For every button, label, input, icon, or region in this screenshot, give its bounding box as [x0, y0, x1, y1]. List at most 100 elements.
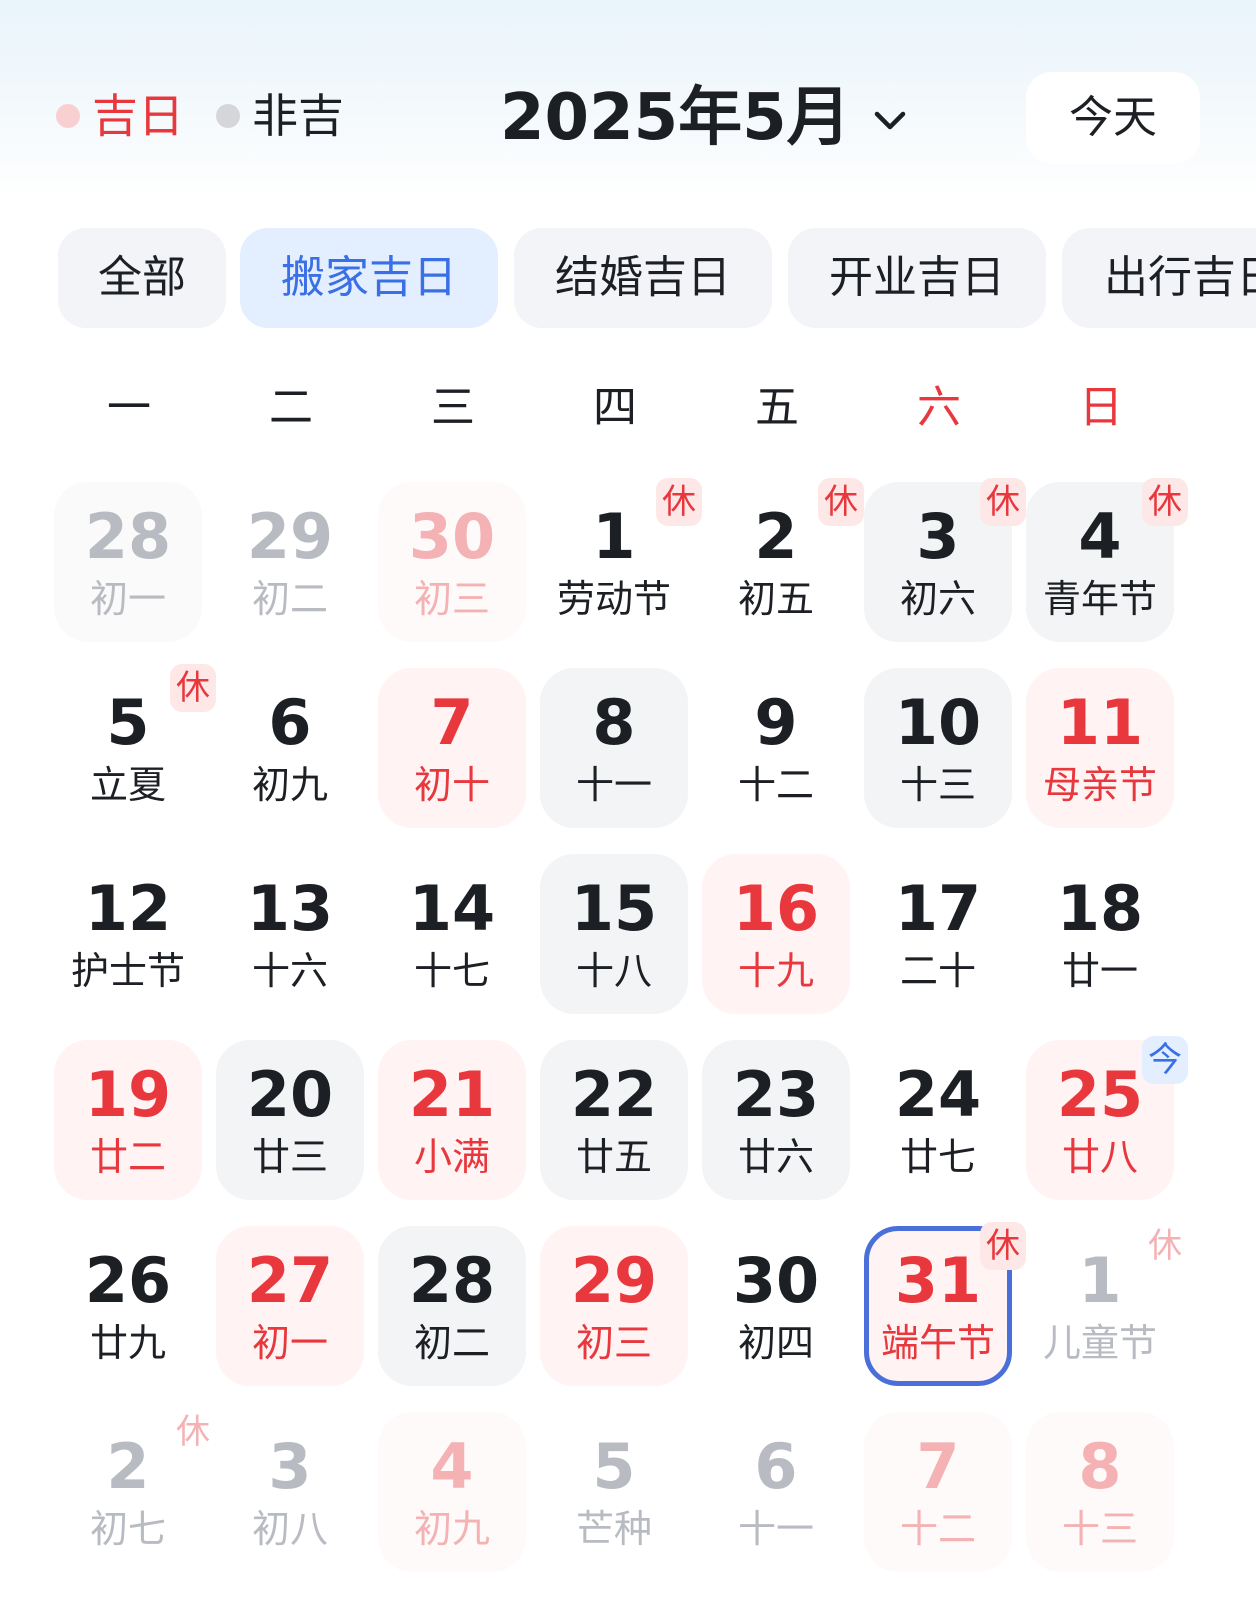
legend-good: 吉日 — [56, 88, 184, 144]
lunar-label: 初一 — [89, 577, 166, 621]
lunar-label: 十七 — [413, 949, 490, 993]
day-cell[interactable]: 7 初十 — [378, 668, 526, 828]
day-number: 18 — [1056, 872, 1144, 945]
holiday-badge: 休 — [980, 1222, 1026, 1270]
lunar-label: 十六 — [251, 949, 328, 993]
lunar-label: 劳动节 — [556, 577, 671, 621]
day-cell[interactable]: 22 廿五 — [540, 1040, 688, 1200]
lunar-label: 小满 — [413, 1135, 490, 1179]
month-picker[interactable]: 2025年5月 — [500, 78, 907, 158]
day-number: 5 — [592, 1430, 636, 1503]
day-number: 28 — [84, 500, 172, 573]
day-cell[interactable]: 18 廿一 — [1026, 854, 1174, 1014]
calendar-grid: 28 初一 29 初二 30 初三 1 劳动节休 2 初五休 3 初六休 4 青年节休 5 立夏休 6 初九 7 初十… — [54, 478, 1206, 1621]
day-number: 10 — [894, 686, 982, 759]
filter-chip-3[interactable]: 开业吉日 — [788, 228, 1046, 328]
day-cell[interactable]: 25 廿八今 — [1026, 1036, 1188, 1200]
day-cell[interactable]: 8 十一 — [540, 668, 688, 828]
day-cell[interactable]: 9 十二 — [702, 668, 850, 828]
today-badge: 今 — [1142, 1036, 1188, 1084]
today-button[interactable]: 今天 — [1026, 72, 1200, 164]
day-cell[interactable]: 14 十七 — [378, 854, 526, 1014]
holiday-badge: 休 — [1148, 1226, 1182, 1266]
lunar-label: 初二 — [413, 1321, 490, 1365]
lunar-label: 初九 — [251, 763, 328, 807]
lunar-label: 廿七 — [899, 1135, 976, 1179]
day-cell[interactable]: 19 廿二 — [54, 1040, 202, 1200]
lunar-label: 端午节 — [880, 1321, 995, 1365]
day-cell[interactable]: 5 芒种 — [540, 1412, 688, 1572]
day-number: 7 — [430, 686, 474, 759]
day-cell[interactable]: 2 初七休 — [54, 1412, 210, 1572]
lunar-label: 廿五 — [575, 1135, 652, 1179]
day-cell[interactable]: 15 十八 — [540, 854, 688, 1014]
day-cell[interactable]: 10 十三 — [864, 668, 1012, 828]
day-number: 6 — [268, 686, 312, 759]
lunar-label: 十二 — [737, 763, 814, 807]
day-number: 22 — [570, 1058, 658, 1131]
day-number: 29 — [246, 500, 334, 573]
day-number: 16 — [732, 872, 820, 945]
legend-good-label: 吉日 — [92, 89, 184, 143]
day-cell[interactable]: 29 初三 — [540, 1226, 688, 1386]
day-cell[interactable]: 21 小满 — [378, 1040, 526, 1200]
day-cell[interactable]: 7 十二 — [864, 1412, 1012, 1572]
weekday-0: 一 — [107, 382, 151, 433]
day-cell[interactable]: 12 护士节 — [54, 854, 202, 1014]
filter-chip-1[interactable]: 搬家吉日 — [240, 228, 498, 328]
day-cell[interactable]: 13 十六 — [216, 854, 364, 1014]
lunar-label: 母亲节 — [1042, 763, 1157, 807]
lunar-label: 十三 — [1061, 1507, 1138, 1551]
lunar-label: 初三 — [413, 577, 490, 621]
lunar-label: 廿一 — [1061, 949, 1138, 993]
day-cell[interactable]: 23 廿六 — [702, 1040, 850, 1200]
lunar-label: 护士节 — [70, 949, 185, 993]
day-cell[interactable]: 4 青年节休 — [1026, 478, 1188, 642]
day-cell[interactable]: 3 初八 — [216, 1412, 364, 1572]
day-cell[interactable]: 1 劳动节休 — [540, 478, 702, 642]
legend-bad: 非吉 — [216, 88, 344, 144]
lunar-label: 初九 — [413, 1507, 490, 1551]
day-cell[interactable]: 5 立夏休 — [54, 664, 216, 828]
day-number: 4 — [430, 1430, 474, 1503]
day-cell[interactable]: 29 初二 — [216, 482, 364, 642]
filter-chip-0[interactable]: 全部 — [58, 228, 226, 328]
day-cell[interactable]: 20 廿三 — [216, 1040, 364, 1200]
lunar-label: 廿八 — [1061, 1135, 1138, 1179]
day-cell[interactable]: 3 初六休 — [864, 478, 1026, 642]
day-cell[interactable]: 30 初四 — [702, 1226, 850, 1386]
weekday-1: 二 — [269, 382, 313, 433]
day-cell[interactable]: 30 初三 — [378, 482, 526, 642]
lunar-label: 青年节 — [1042, 577, 1157, 621]
day-cell[interactable]: 27 初一 — [216, 1226, 364, 1386]
day-number: 19 — [84, 1058, 172, 1131]
day-number: 14 — [408, 872, 496, 945]
day-cell[interactable]: 28 初一 — [54, 482, 202, 642]
day-cell[interactable]: 16 十九 — [702, 854, 850, 1014]
day-cell[interactable]: 4 初九 — [378, 1412, 526, 1572]
day-cell[interactable]: 28 初二 — [378, 1226, 526, 1386]
day-cell[interactable]: 8 十三 — [1026, 1412, 1174, 1572]
day-cell[interactable]: 1 儿童节休 — [1026, 1226, 1182, 1386]
day-number: 13 — [246, 872, 334, 945]
lunar-label: 初十 — [413, 763, 490, 807]
lunar-label: 廿三 — [251, 1135, 328, 1179]
day-cell[interactable]: 24 廿七 — [864, 1040, 1012, 1200]
day-cell[interactable]: 2 初五休 — [702, 478, 864, 642]
lunar-label: 十一 — [575, 763, 652, 807]
bad-day-dot-icon — [216, 104, 240, 128]
holiday-badge: 休 — [1142, 478, 1188, 526]
day-cell[interactable]: 31 端午节休 — [864, 1222, 1026, 1386]
day-cell[interactable]: 6 初九 — [216, 668, 364, 828]
day-cell[interactable]: 26 廿九 — [54, 1226, 202, 1386]
filter-chip-4[interactable]: 出行吉日 — [1062, 228, 1256, 328]
lunar-label: 十一 — [737, 1507, 814, 1551]
day-number: 23 — [732, 1058, 820, 1131]
day-cell[interactable]: 17 二十 — [864, 854, 1012, 1014]
lunar-label: 十九 — [737, 949, 814, 993]
day-cell[interactable]: 11 母亲节 — [1026, 668, 1174, 828]
day-number: 8 — [1078, 1430, 1122, 1503]
day-cell[interactable]: 6 十一 — [702, 1412, 850, 1572]
lunar-label: 初五 — [737, 577, 814, 621]
filter-chip-2[interactable]: 结婚吉日 — [514, 228, 772, 328]
